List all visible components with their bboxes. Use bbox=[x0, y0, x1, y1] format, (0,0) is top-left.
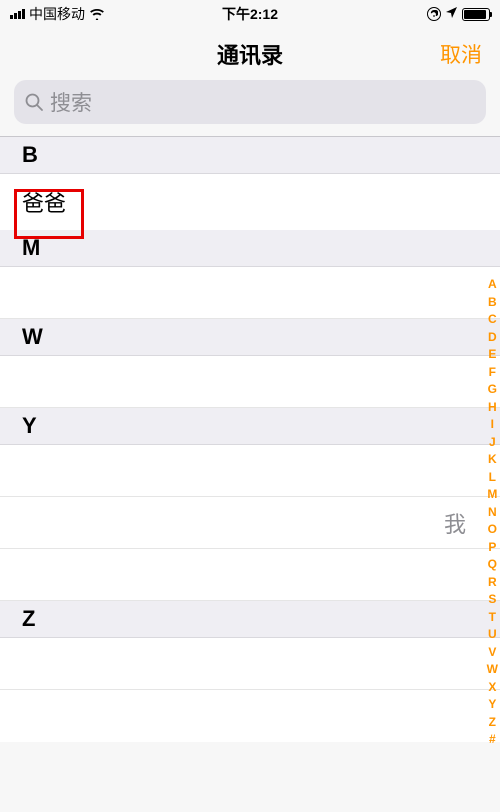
search-input[interactable]: 搜索 bbox=[14, 80, 486, 124]
search-icon bbox=[24, 92, 44, 112]
index-letter[interactable]: D bbox=[488, 329, 497, 347]
index-letter[interactable]: K bbox=[488, 451, 497, 469]
index-letter[interactable]: C bbox=[488, 311, 497, 329]
index-letter[interactable]: Z bbox=[489, 714, 496, 732]
location-icon bbox=[445, 6, 458, 22]
section-header-w: W bbox=[0, 319, 500, 356]
index-letter[interactable]: M bbox=[487, 486, 497, 504]
section-header-z: Z bbox=[0, 601, 500, 638]
status-right bbox=[427, 6, 490, 22]
index-letter[interactable]: W bbox=[487, 661, 498, 679]
index-letter[interactable]: B bbox=[488, 294, 497, 312]
index-letter[interactable]: R bbox=[488, 574, 497, 592]
me-badge: 我 bbox=[444, 507, 466, 539]
index-letter[interactable]: # bbox=[489, 731, 496, 749]
contact-row-me[interactable]: 我 bbox=[0, 497, 500, 549]
nav-bar: 通讯录 取消 bbox=[0, 28, 500, 80]
status-time: 下午2:12 bbox=[222, 4, 278, 24]
index-letter[interactable]: F bbox=[489, 364, 496, 382]
contact-row[interactable] bbox=[0, 267, 500, 319]
index-letter[interactable]: A bbox=[488, 276, 497, 294]
search-placeholder: 搜索 bbox=[50, 87, 92, 117]
wifi-icon bbox=[89, 8, 105, 20]
index-letter[interactable]: O bbox=[488, 521, 497, 539]
contact-row[interactable] bbox=[0, 690, 500, 742]
contact-row[interactable] bbox=[0, 638, 500, 690]
index-letter[interactable]: V bbox=[488, 644, 496, 662]
carrier-label: 中国移动 bbox=[29, 4, 85, 24]
index-letter[interactable]: S bbox=[488, 591, 496, 609]
alphabet-index[interactable]: A B C D E F G H I J K L M N O P Q R S T … bbox=[487, 276, 498, 749]
index-letter[interactable]: J bbox=[489, 434, 496, 452]
index-letter[interactable]: Q bbox=[488, 556, 497, 574]
section-header-m: M bbox=[0, 230, 500, 267]
page-title: 通讯录 bbox=[217, 38, 283, 70]
status-bar: 中国移动 下午2:12 bbox=[0, 0, 500, 28]
index-letter[interactable]: H bbox=[488, 399, 497, 417]
orientation-lock-icon bbox=[427, 7, 441, 21]
battery-icon bbox=[462, 8, 490, 21]
index-letter[interactable]: L bbox=[489, 469, 496, 487]
index-letter[interactable]: E bbox=[488, 346, 496, 364]
search-container: 搜索 bbox=[0, 80, 500, 136]
index-letter[interactable]: P bbox=[488, 539, 496, 557]
cancel-button[interactable]: 取消 bbox=[440, 39, 482, 69]
contacts-list[interactable]: B 爸爸 M W Y 我 Z bbox=[0, 136, 500, 742]
index-letter[interactable]: N bbox=[488, 504, 497, 522]
index-letter[interactable]: G bbox=[488, 381, 497, 399]
index-letter[interactable]: T bbox=[489, 609, 496, 627]
contact-row[interactable] bbox=[0, 356, 500, 408]
section-header-b: B bbox=[0, 137, 500, 174]
section-header-y: Y bbox=[0, 408, 500, 445]
index-letter[interactable]: X bbox=[488, 679, 496, 697]
status-left: 中国移动 bbox=[10, 4, 105, 24]
contact-row[interactable]: 爸爸 bbox=[0, 174, 500, 230]
index-letter[interactable]: I bbox=[491, 416, 494, 434]
index-letter[interactable]: Y bbox=[488, 696, 496, 714]
contact-row[interactable] bbox=[0, 445, 500, 497]
signal-icon bbox=[10, 9, 25, 19]
index-letter[interactable]: U bbox=[488, 626, 497, 644]
contact-row[interactable] bbox=[0, 549, 500, 601]
